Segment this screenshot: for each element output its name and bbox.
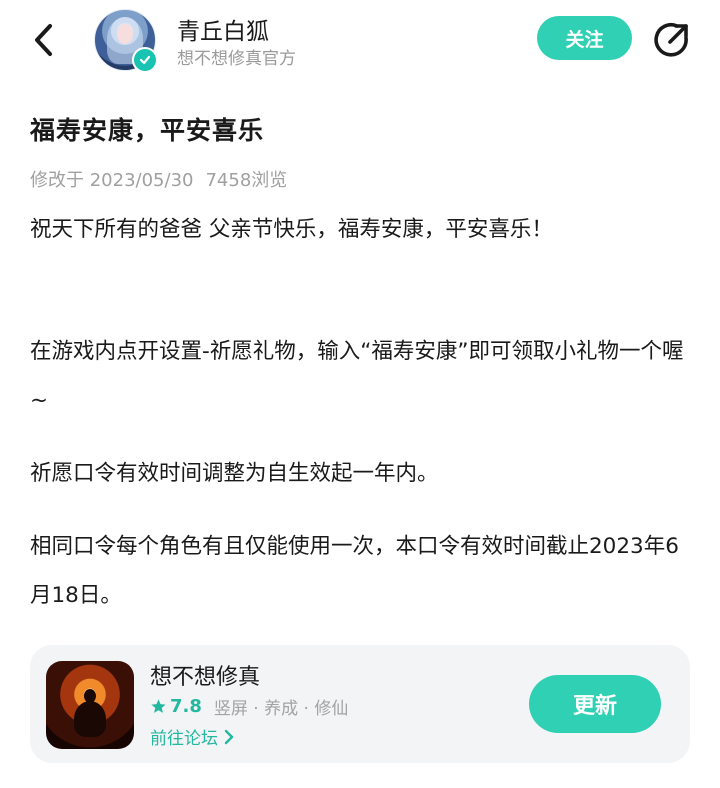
- post-paragraph: 在游戏内点开设置-祈愿礼物，输入“福寿安康”即可领取小礼物一个喔~: [30, 339, 684, 413]
- chevron-left-icon: [35, 24, 52, 56]
- share-button[interactable]: [650, 18, 694, 62]
- author-name[interactable]: 青丘白狐: [177, 12, 269, 46]
- view-count: 7458浏览: [205, 170, 288, 191]
- share-icon: [654, 23, 688, 57]
- post-meta: 修改于 2023/05/30 7458浏览: [30, 166, 299, 192]
- author-avatar[interactable]: [94, 9, 158, 73]
- modified-date: 修改于 2023/05/30: [30, 170, 194, 191]
- back-button[interactable]: [22, 18, 66, 62]
- game-name[interactable]: 想不想修真: [150, 659, 260, 691]
- update-button[interactable]: 更新: [529, 675, 661, 733]
- game-card[interactable]: 想不想修真 7.8 竖屏 · 养成 · 修仙 前往论坛 更新: [30, 645, 690, 763]
- post-paragraph: 祝天下所有的爸爸 父亲节快乐，福寿安康，平安喜乐！: [30, 217, 553, 242]
- game-info: 7.8 竖屏 · 养成 · 修仙: [150, 694, 348, 719]
- game-tags: 竖屏 · 养成 · 修仙: [213, 699, 349, 719]
- star-icon: [151, 699, 166, 713]
- top-bar: 青丘白狐 想不想修真官方 关注: [0, 0, 720, 80]
- post-page: 青丘白狐 想不想修真官方 关注 福寿安康，平安喜乐 修改于 2023/05/30…: [0, 0, 720, 788]
- post-paragraph: 相同口令每个角色有且仅能使用一次，本口令有效时间截止2023年6月18日。: [30, 534, 679, 608]
- post-title: 福寿安康，平安喜乐: [30, 116, 265, 145]
- forum-link-label: 前往论坛: [150, 729, 218, 749]
- verified-check-icon: [132, 47, 158, 73]
- game-rating: 7.8: [150, 696, 202, 717]
- post-paragraph: 祈愿口令有效时间调整为自生效起一年内。: [30, 461, 439, 486]
- rating-value: 7.8: [170, 696, 202, 717]
- forum-link[interactable]: 前往论坛: [150, 724, 236, 749]
- chevron-right-icon: [224, 729, 234, 744]
- author-subtitle: 想不想修真官方: [177, 49, 296, 69]
- game-icon[interactable]: [46, 661, 134, 749]
- follow-button[interactable]: 关注: [537, 16, 632, 60]
